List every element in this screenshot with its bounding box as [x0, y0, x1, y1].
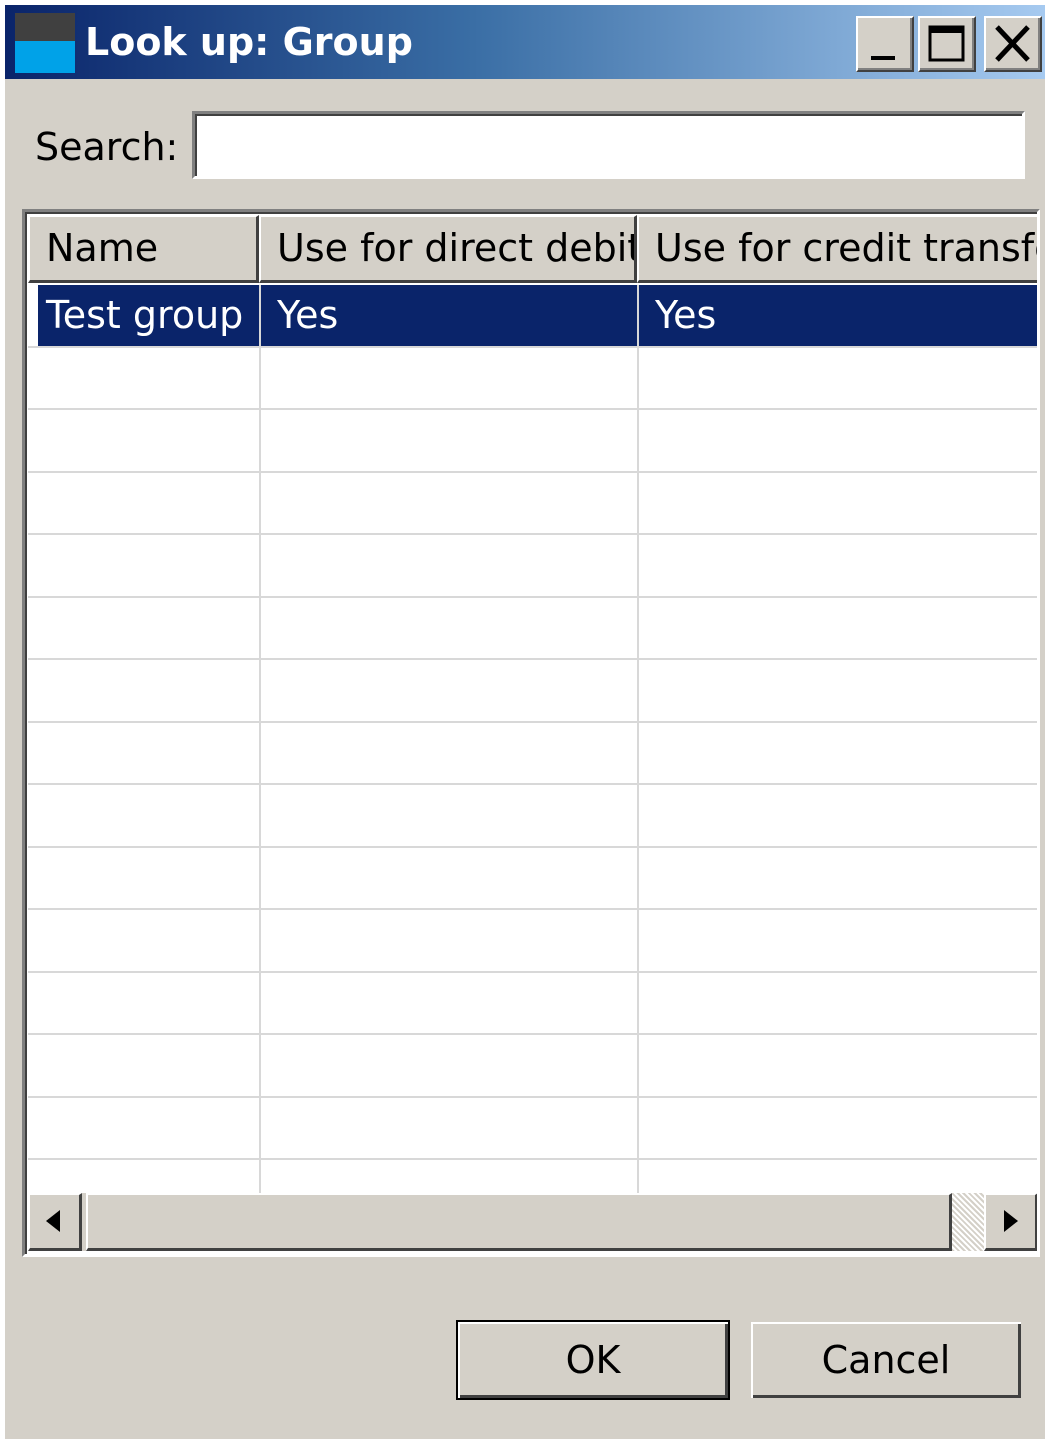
app-window-icon — [15, 13, 75, 73]
table-row-empty[interactable] — [28, 1035, 1037, 1098]
grid-body: Test group Yes Yes — [28, 285, 1037, 1198]
empty-cell[interactable] — [28, 847, 261, 908]
empty-cell[interactable] — [639, 348, 1037, 409]
horizontal-scrollbar[interactable] — [28, 1193, 1037, 1251]
maximize-button[interactable] — [918, 16, 976, 72]
table-row-empty[interactable] — [28, 472, 1037, 535]
window-title: Look up: Group — [85, 20, 413, 64]
table-row-empty[interactable] — [28, 910, 1037, 973]
empty-cell[interactable] — [28, 1035, 261, 1096]
empty-cell[interactable] — [261, 410, 639, 471]
empty-cell[interactable] — [261, 1097, 639, 1158]
empty-cell[interactable] — [639, 848, 1037, 909]
empty-cell[interactable] — [639, 598, 1037, 659]
table-row-selected[interactable]: Test group Yes Yes — [28, 285, 1037, 348]
empty-cell[interactable] — [28, 1097, 261, 1158]
empty-cell[interactable] — [639, 910, 1037, 971]
empty-cell[interactable] — [28, 347, 261, 408]
empty-cell[interactable] — [261, 847, 639, 908]
cell-credit-transfer[interactable]: Yes — [639, 285, 1037, 346]
table-row-empty[interactable] — [28, 410, 1037, 473]
table-row-empty[interactable] — [28, 597, 1037, 660]
empty-cell[interactable] — [28, 722, 261, 783]
empty-cell[interactable] — [261, 972, 639, 1033]
empty-cell[interactable] — [261, 722, 639, 783]
search-label: Search: — [35, 125, 179, 169]
empty-cell[interactable] — [639, 785, 1037, 846]
scroll-left-button[interactable] — [28, 1193, 82, 1251]
table-row-empty[interactable] — [28, 722, 1037, 785]
column-header-credit-transfer[interactable]: Use for credit transfe — [637, 215, 1037, 283]
scroll-right-button[interactable] — [984, 1193, 1037, 1251]
arrow-left-icon — [46, 1210, 60, 1232]
empty-cell[interactable] — [639, 973, 1037, 1034]
empty-cell[interactable] — [261, 597, 639, 658]
empty-cell[interactable] — [28, 972, 261, 1033]
column-header-name[interactable]: Name — [28, 215, 259, 283]
table-row-empty[interactable] — [28, 347, 1037, 410]
lookup-group-dialog: Look up: Group Search: Name Use for dire… — [5, 5, 1045, 1439]
grid-header: Name Use for direct debit Use for credit… — [28, 215, 1037, 283]
empty-cell[interactable] — [28, 910, 261, 971]
column-header-direct-debit[interactable]: Use for direct debit — [259, 215, 637, 283]
empty-cell[interactable] — [639, 660, 1037, 721]
empty-cell[interactable] — [28, 410, 261, 471]
arrow-right-icon — [1004, 1210, 1018, 1232]
table-row-empty[interactable] — [28, 1097, 1037, 1160]
close-button[interactable] — [984, 16, 1042, 72]
empty-cell[interactable] — [639, 723, 1037, 784]
empty-cell[interactable] — [261, 910, 639, 971]
table-row-empty[interactable] — [28, 847, 1037, 910]
lookup-grid[interactable]: Name Use for direct debit Use for credit… — [22, 209, 1040, 1257]
empty-cell[interactable] — [28, 597, 261, 658]
ok-button[interactable]: OK — [456, 1320, 730, 1400]
scroll-track[interactable] — [952, 1193, 984, 1251]
empty-cell[interactable] — [639, 1035, 1037, 1096]
table-row-empty[interactable] — [28, 785, 1037, 848]
table-row-empty[interactable] — [28, 660, 1037, 723]
empty-cell[interactable] — [261, 472, 639, 533]
minimize-button[interactable] — [856, 16, 914, 72]
cell-name[interactable]: Test group — [28, 285, 261, 346]
table-row-empty[interactable] — [28, 535, 1037, 598]
empty-cell[interactable] — [261, 1035, 639, 1096]
maximize-icon — [928, 25, 965, 62]
empty-cell[interactable] — [639, 1098, 1037, 1159]
empty-cell[interactable] — [261, 535, 639, 596]
cell-direct-debit[interactable]: Yes — [261, 285, 639, 346]
search-input[interactable] — [192, 111, 1025, 179]
empty-cell[interactable] — [28, 785, 261, 846]
scroll-thumb[interactable] — [86, 1193, 952, 1251]
close-icon — [995, 25, 1030, 62]
empty-cell[interactable] — [261, 347, 639, 408]
empty-cell[interactable] — [639, 410, 1037, 471]
empty-cell[interactable] — [28, 660, 261, 721]
empty-cell[interactable] — [261, 660, 639, 721]
empty-cell[interactable] — [639, 473, 1037, 534]
empty-cell[interactable] — [639, 535, 1037, 596]
empty-cell[interactable] — [28, 535, 261, 596]
table-row-empty[interactable] — [28, 972, 1037, 1035]
empty-cell[interactable] — [261, 785, 639, 846]
empty-cell[interactable] — [28, 472, 261, 533]
cancel-button[interactable]: Cancel — [749, 1320, 1023, 1400]
minimize-icon — [871, 56, 895, 60]
title-bar[interactable]: Look up: Group — [5, 5, 1045, 79]
